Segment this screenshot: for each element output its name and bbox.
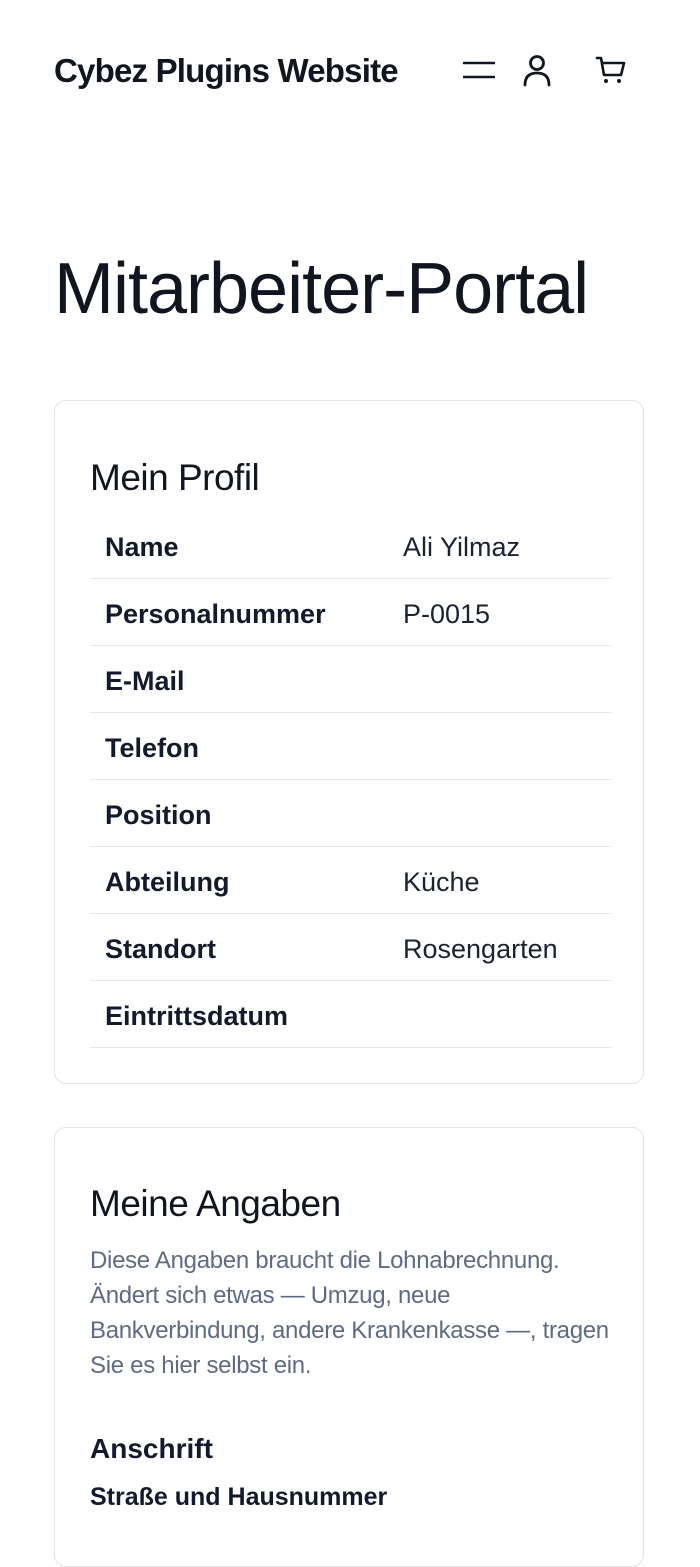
cart-icon [595, 56, 626, 83]
profile-label: Position [105, 800, 212, 830]
profile-row-telefon: Telefon [90, 713, 611, 780]
address-section-title: Anschrift [90, 1433, 213, 1464]
profile-row-name: Name Ali Yilmaz [90, 512, 611, 579]
account-icon [523, 55, 551, 87]
profile-value: Rosengarten [403, 934, 558, 964]
page-title: Mitarbeiter-Portal [54, 249, 589, 329]
profile-row-abteilung: Abteilung Küche [90, 847, 611, 914]
menu-icon [463, 61, 495, 79]
intro-line: Ändert sich etwas — Umzug, neue [90, 1282, 451, 1309]
intro-line: Bankverbindung, andere Krankenkasse —, t… [90, 1317, 609, 1344]
profile-value: Ali Yilmaz [403, 532, 521, 562]
menu-button[interactable] [459, 50, 499, 90]
profile-label: Personalnummer [105, 599, 326, 629]
profile-title: Mein Profil [90, 457, 260, 498]
account-button[interactable] [517, 50, 557, 90]
profile-label: Telefon [105, 733, 199, 763]
profile-label: Name [105, 532, 179, 562]
intro-line: Diese Angaben braucht die Lohnabrechnung… [90, 1247, 560, 1274]
profile-card: Mein Profil Name Ali Yilmaz Personalnumm… [54, 400, 644, 1084]
street-field-label: Straße und Hausnummer [90, 1483, 388, 1511]
profile-table: Name Ali Yilmaz Personalnummer P-0015 E-… [90, 512, 611, 1048]
site-title[interactable]: Cybez Plugins Website [54, 52, 399, 90]
profile-row-position: Position [90, 780, 611, 847]
profile-value: Küche [403, 867, 480, 897]
profile-label: Standort [105, 934, 216, 964]
profile-label: E-Mail [105, 666, 185, 696]
profile-label: Abteilung [105, 867, 230, 897]
site-header: Cybez Plugins Website [54, 40, 646, 102]
details-intro: Diese Angaben braucht die Lohnabrechnung… [90, 1243, 610, 1383]
cart-button[interactable] [591, 50, 631, 90]
profile-row-personalnummer: Personalnummer P-0015 [90, 579, 611, 646]
details-card: Meine Angaben Diese Angaben braucht die … [54, 1127, 644, 1567]
profile-value: P-0015 [403, 599, 491, 629]
intro-line: Sie es hier selbst ein. [90, 1352, 312, 1379]
details-title: Meine Angaben [90, 1183, 341, 1224]
profile-row-standort: Standort Rosengarten [90, 914, 611, 981]
profile-label: Eintrittsdatum [105, 1001, 289, 1031]
profile-row-eintrittsdatum: Eintrittsdatum [90, 981, 611, 1048]
profile-row-email: E-Mail [90, 646, 611, 713]
